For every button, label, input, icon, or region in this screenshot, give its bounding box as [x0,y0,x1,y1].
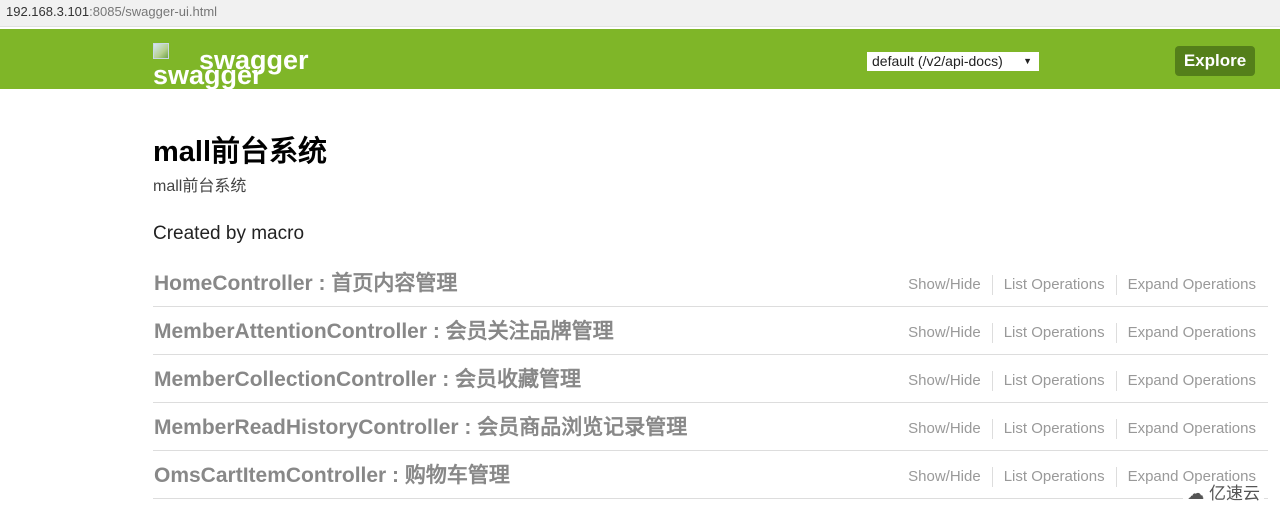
broken-image-icon [153,43,169,59]
show-hide-link[interactable]: Show/Hide [897,467,992,487]
resource-name-link[interactable]: HomeController : 首页内容管理 [154,270,457,298]
resource-list: HomeController : 首页内容管理 Show/Hide List Ope… [153,260,1268,500]
resource-row: MemberAttentionController : 会员关注品牌管理 Show… [153,308,1268,355]
resource-row: OmsCartItemController : 购物车管理 Show/Hide Li… [153,452,1268,499]
list-operations-link[interactable]: List Operations [991,467,1116,487]
explore-button[interactable]: Explore [1175,46,1255,76]
show-hide-link[interactable]: Show/Hide [897,371,992,391]
resource-name-link[interactable]: MemberReadHistoryController : 会员商品浏览记录管理 [154,414,687,442]
list-operations-link[interactable]: List Operations [991,419,1116,439]
list-operations-link[interactable]: List Operations [991,371,1116,391]
api-description: mall前台系统 [153,178,247,195]
resource-ops: Show/Hide List Operations Expand Operation… [897,371,1256,391]
list-operations-link[interactable]: List Operations [991,323,1116,343]
dropdown-arrow-icon: ▼ [1023,56,1032,66]
expand-operations-link[interactable]: Expand Operations [1115,275,1256,295]
show-hide-link[interactable]: Show/Hide [897,419,992,439]
resource-ops: Show/Hide List Operations Expand Operation… [897,323,1256,343]
expand-operations-link[interactable]: Expand Operations [1115,419,1256,439]
resource-ops: Show/Hide List Operations Expand Operation… [897,275,1256,295]
watermark: ☁ 亿速云 [1183,484,1264,504]
expand-operations-link[interactable]: Expand Operations [1115,323,1256,343]
created-by: Created by macro [153,223,305,244]
page-title: mall前台系统 [153,136,328,168]
resource-name-link[interactable]: MemberAttentionController : 会员关注品牌管理 [154,318,614,346]
address-bar[interactable]: 192.168.3.101:8085/swagger-ui.html [0,0,1280,27]
resource-row: MemberCollectionController : 会员收藏管理 Show/… [153,356,1268,403]
api-select-value: default (/v2/api-docs) [872,53,1003,69]
show-hide-link[interactable]: Show/Hide [897,275,992,295]
cloud-logo-icon: ☁ [1187,484,1205,503]
url-path: :8085/swagger-ui.html [89,4,218,19]
expand-operations-link[interactable]: Expand Operations [1115,371,1256,391]
swagger-header: swagger swagger default (/v2/api-docs) ▼… [0,29,1280,89]
watermark-text: 亿速云 [1209,484,1260,503]
resource-name-link[interactable]: OmsCartItemController : 购物车管理 [154,462,510,490]
swagger-logo[interactable]: swagger swagger [153,43,333,89]
logo-alt-text: swagger [153,60,263,89]
url-host: 192.168.3.101 [6,4,90,19]
resource-ops: Show/Hide List Operations Expand Operation… [897,419,1256,439]
resource-row: HomeController : 首页内容管理 Show/Hide List Ope… [153,260,1268,307]
resource-row: MemberReadHistoryController : 会员商品浏览记录管理… [153,404,1268,451]
api-docs-select[interactable]: default (/v2/api-docs) ▼ [867,52,1039,71]
resource-name-link[interactable]: MemberCollectionController : 会员收藏管理 [154,366,581,394]
show-hide-link[interactable]: Show/Hide [897,323,992,343]
list-operations-link[interactable]: List Operations [991,275,1116,295]
